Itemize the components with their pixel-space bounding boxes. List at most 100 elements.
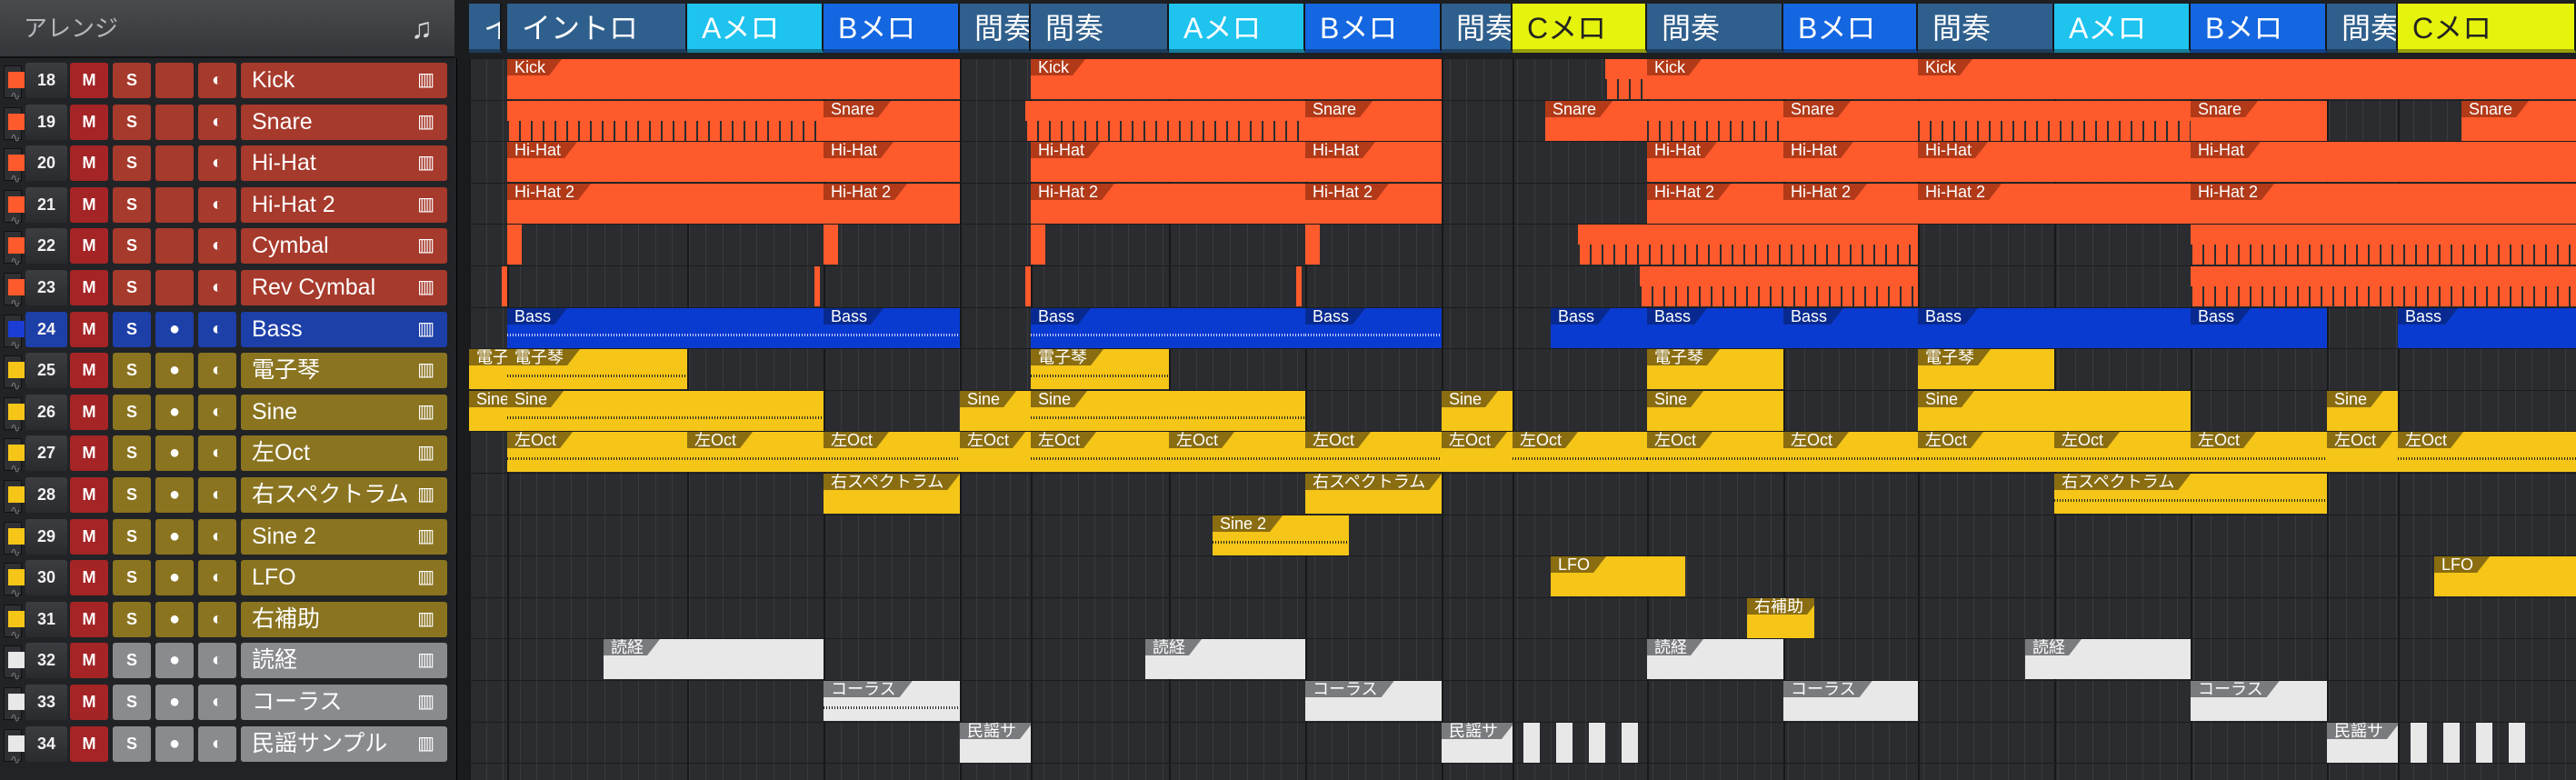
- event-clip[interactable]: 左Oct: [960, 432, 1031, 472]
- arranger-section[interactable]: Cメロ: [1513, 4, 1647, 53]
- arranger-section[interactable]: 間奏: [1918, 4, 2054, 53]
- track-row[interactable]: ∿ 30 M S ● ◐ LFO ▥: [0, 557, 456, 600]
- record-arm-button[interactable]: ●: [155, 435, 194, 472]
- monitor-button[interactable]: ◐: [198, 353, 236, 389]
- track-row[interactable]: ∿ 29 M S ● ◐ Sine 2 ▥: [0, 516, 456, 559]
- event-clip[interactable]: 右補助: [1747, 598, 1814, 638]
- event-clip[interactable]: 読経: [604, 639, 824, 679]
- record-arm-button[interactable]: [155, 145, 194, 182]
- mute-button[interactable]: M: [70, 725, 108, 762]
- record-arm-button[interactable]: ●: [155, 477, 194, 513]
- event-clip[interactable]: Hi-Hat 2: [1031, 184, 1305, 224]
- track-name[interactable]: 左Oct ▥: [241, 435, 447, 472]
- monitor-button[interactable]: ◐: [198, 601, 236, 637]
- event-clip[interactable]: Hi-Hat 2: [507, 184, 824, 224]
- event-clip[interactable]: Hi-Hat: [507, 142, 824, 182]
- mute-button[interactable]: M: [70, 145, 108, 182]
- track-name[interactable]: Hi-Hat ▥: [241, 145, 447, 182]
- event-clip[interactable]: 左Oct: [2398, 432, 2576, 472]
- monitor-button[interactable]: ◐: [198, 394, 236, 430]
- event-clip[interactable]: [1640, 266, 1918, 306]
- arrange-grid[interactable]: Kick Kick Kick Kick Snare Snare Snare Snare Snar…: [469, 58, 2576, 780]
- arranger-section[interactable]: イン: [469, 4, 502, 53]
- event-clip[interactable]: Snare: [2191, 101, 2327, 141]
- event-clip[interactable]: 電子琴: [469, 349, 507, 389]
- event-clip[interactable]: [1025, 101, 1305, 141]
- solo-button[interactable]: S: [113, 477, 151, 513]
- event-clip[interactable]: [507, 101, 824, 141]
- solo-button[interactable]: S: [113, 685, 151, 720]
- track-name[interactable]: Sine 2 ▥: [241, 518, 447, 555]
- event-clip[interactable]: Hi-Hat: [824, 142, 960, 182]
- event-clip[interactable]: Kick: [1647, 59, 1918, 99]
- mute-button[interactable]: M: [70, 270, 108, 305]
- event-clip[interactable]: Hi-Hat: [1305, 142, 1442, 182]
- monitor-button[interactable]: ◐: [198, 63, 236, 98]
- track-row[interactable]: ∿ 25 M S ● ◐ 電子琴 ▥: [0, 350, 456, 393]
- event-clip[interactable]: 右スペクトラム: [824, 474, 960, 514]
- event-clip[interactable]: [1622, 723, 1638, 763]
- event-clip[interactable]: [814, 266, 820, 306]
- record-arm-button[interactable]: ●: [155, 394, 194, 430]
- event-clip[interactable]: [2443, 723, 2460, 763]
- event-clip[interactable]: 左Oct: [2191, 432, 2327, 472]
- event-clip[interactable]: Hi-Hat 2: [824, 184, 960, 224]
- event-clip[interactable]: [824, 225, 838, 265]
- event-clip[interactable]: 左Oct: [1305, 432, 1442, 472]
- event-clip[interactable]: Bass: [1918, 308, 2191, 348]
- arranger-section[interactable]: Bメロ: [2191, 4, 2327, 53]
- record-arm-button[interactable]: ●: [155, 685, 194, 720]
- mute-button[interactable]: M: [70, 63, 108, 98]
- monitor-button[interactable]: ◐: [198, 435, 236, 472]
- record-arm-button[interactable]: [155, 63, 194, 98]
- event-clip[interactable]: LFO: [1551, 556, 1685, 596]
- track-list-divider[interactable]: [456, 58, 470, 780]
- track-row[interactable]: ∿ 19 M S ◐ Snare ▥: [0, 102, 456, 145]
- mute-button[interactable]: M: [70, 104, 108, 140]
- record-arm-button[interactable]: ●: [155, 311, 194, 347]
- mute-button[interactable]: M: [70, 186, 108, 223]
- mute-button[interactable]: M: [70, 228, 108, 265]
- event-clip[interactable]: Sine: [469, 391, 507, 431]
- event-clip[interactable]: Bass: [2398, 308, 2576, 348]
- event-clip[interactable]: [2509, 723, 2525, 763]
- event-clip[interactable]: 左Oct: [1783, 432, 1918, 472]
- event-clip[interactable]: Snare: [2461, 101, 2576, 141]
- event-clip[interactable]: Bass: [507, 308, 824, 348]
- event-clip[interactable]: Snare: [1545, 101, 1647, 141]
- track-name[interactable]: Bass ▥: [241, 311, 447, 347]
- event-clip[interactable]: 左Oct: [1031, 432, 1169, 472]
- solo-button[interactable]: S: [113, 601, 151, 637]
- mute-button[interactable]: M: [70, 311, 108, 347]
- event-clip[interactable]: Snare: [1305, 101, 1442, 141]
- arranger-section[interactable]: 間奏: [2327, 4, 2398, 53]
- solo-button[interactable]: S: [113, 104, 151, 140]
- event-clip[interactable]: Bass: [1783, 308, 1918, 348]
- mute-button[interactable]: M: [70, 518, 108, 555]
- event-clip[interactable]: [1031, 225, 1045, 265]
- solo-button[interactable]: S: [113, 560, 151, 596]
- track-name[interactable]: Snare ▥: [241, 104, 447, 140]
- track-name[interactable]: LFO ▥: [241, 560, 447, 596]
- event-clip[interactable]: [1605, 59, 1647, 99]
- event-clip[interactable]: Hi-Hat 2: [1783, 184, 1918, 224]
- track-row[interactable]: ∿ 26 M S ● ◐ Sine ▥: [0, 392, 456, 435]
- event-clip[interactable]: Hi-Hat: [1783, 142, 1918, 182]
- arranger-section[interactable]: 間奏: [1442, 4, 1513, 53]
- solo-button[interactable]: S: [113, 518, 151, 555]
- event-clip[interactable]: Kick: [507, 59, 960, 99]
- arranger-section[interactable]: Bメロ: [824, 4, 960, 53]
- track-row[interactable]: ∿ 31 M S ● ◐ 右補助 ▥: [0, 599, 456, 642]
- monitor-button[interactable]: ◐: [198, 560, 236, 596]
- event-clip[interactable]: [1296, 266, 1302, 306]
- record-arm-button[interactable]: [155, 270, 194, 305]
- event-clip[interactable]: [2191, 225, 2576, 265]
- arranger-section[interactable]: Aメロ: [687, 4, 824, 53]
- event-clip[interactable]: 左Oct: [1513, 432, 1647, 472]
- arranger-section[interactable]: Bメロ: [1305, 4, 1442, 53]
- mute-button[interactable]: M: [70, 435, 108, 472]
- solo-button[interactable]: S: [113, 643, 151, 679]
- solo-button[interactable]: S: [113, 228, 151, 265]
- event-clip[interactable]: Sine: [2327, 391, 2398, 431]
- monitor-button[interactable]: ◐: [198, 725, 236, 762]
